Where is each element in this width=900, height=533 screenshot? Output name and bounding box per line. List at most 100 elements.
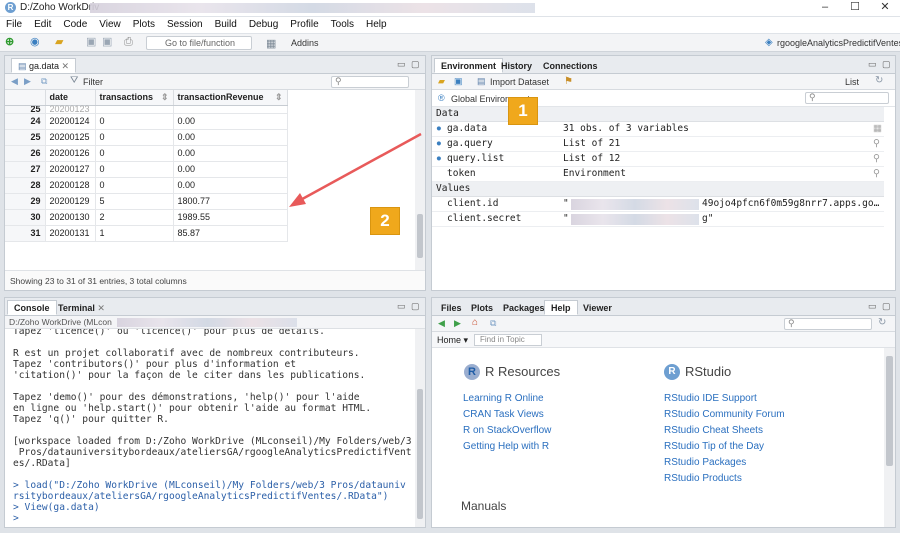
new-project-icon[interactable]: ◉ [30,36,40,49]
data-search-input[interactable]: ⚲ [331,76,409,88]
menu-plots[interactable]: Plots [127,17,161,33]
tab-terminal[interactable]: Terminal ✕ [51,300,112,315]
link-rstudio-packages[interactable]: RStudio Packages [664,457,746,468]
view-mode-select[interactable]: List [845,77,859,87]
menu-edit[interactable]: Edit [28,17,57,33]
help-search-input[interactable]: ⚲ [784,318,872,330]
addins-menu[interactable]: Addins [291,38,319,48]
minimize-button[interactable]: – [810,0,840,16]
link-rstudio-community-forum[interactable]: RStudio Community Forum [664,409,785,420]
forward-icon[interactable]: ▶ [454,318,461,329]
link-learning-r-online[interactable]: Learning R Online [463,393,544,404]
expand-icon[interactable]: ● [436,153,442,164]
console-scrollbar[interactable] [415,329,425,527]
back-icon[interactable]: ◀ [11,76,18,87]
magnifier-icon[interactable]: ⚲ [873,138,880,149]
open-folder-icon[interactable]: ▰ [438,76,445,87]
scrollbar-thumb[interactable] [417,214,423,258]
menu-profile[interactable]: Profile [284,17,324,33]
menu-help[interactable]: Help [360,17,393,33]
close-tab-icon[interactable]: ✕ [59,61,70,71]
env-row-client-id[interactable]: client.id " 49ojo4pfcn6f0m59g8nrr7.apps.… [432,197,884,212]
search-icon: ⚲ [335,76,342,86]
new-file-icon[interactable]: ⊕ [5,36,14,49]
menu-code[interactable]: Code [57,17,93,33]
menu-tools[interactable]: Tools [325,17,360,33]
refresh-icon[interactable]: ↻ [875,75,883,86]
menu-view[interactable]: View [93,17,127,33]
minimize-pane-icon[interactable]: ▭ [868,59,877,70]
data-scrollbar[interactable] [415,90,425,270]
col-header-transactions[interactable]: transactions ⇕ [95,90,174,106]
col-header-date[interactable]: date [45,90,96,106]
expand-icon[interactable]: ● [436,138,442,149]
home-select[interactable]: Home ▾ [437,335,468,346]
console-prompt[interactable]: > [13,513,25,524]
project-menu[interactable]: rgoogleAnalyticsPredictifVentes [777,38,900,48]
tab-history[interactable]: History [494,58,539,73]
env-row-ga-query[interactable]: ● ga.query List of 21 ⚲ [432,137,884,152]
tab-help[interactable]: Help [544,300,578,315]
maximize-pane-icon[interactable]: ▢ [882,59,891,70]
back-icon[interactable]: ◀ [438,318,445,329]
import-dataset-button[interactable]: Import Dataset [490,77,549,87]
open-folder-icon[interactable]: ▰ [55,36,63,49]
tab-connections[interactable]: Connections [536,58,605,73]
grid-layout-icon[interactable]: ▦ [266,37,276,50]
close-tab-icon[interactable]: ✕ [95,303,105,313]
magnifier-icon[interactable]: ⚲ [873,168,880,179]
col-header-rownum[interactable] [5,90,46,106]
link-r-on-stackoverflow[interactable]: R on StackOverflow [463,425,551,436]
maximize-pane-icon[interactable]: ▢ [411,301,420,312]
refresh-icon[interactable]: ↻ [878,317,886,328]
menu-build[interactable]: Build [209,17,243,33]
console-output[interactable]: Tapez 'licence()' ou 'licence()' pour pl… [5,329,415,527]
tab-console[interactable]: Console [7,300,57,315]
scrollbar-thumb[interactable] [417,389,423,519]
help-scrollbar[interactable] [884,348,895,527]
find-in-topic-input[interactable]: Find in Topic [474,334,542,346]
forward-icon[interactable]: ▶ [24,76,31,87]
env-search-input[interactable]: ⚲ [805,92,889,104]
link-rstudio-cheat-sheets[interactable]: RStudio Cheat Sheets [664,425,763,436]
menu-file[interactable]: File [0,17,28,33]
col-header-revenue[interactable]: transactionRevenue ⇕ [173,90,288,106]
link-getting-help-with-r[interactable]: Getting Help with R [463,441,549,452]
tab-viewer[interactable]: Viewer [576,300,619,315]
link-rstudio-tip-of-the-day[interactable]: RStudio Tip of the Day [664,441,764,452]
env-row-ga-data[interactable]: ● ga.data 31 obs. of 3 variables ▦ [432,122,884,137]
scrollbar-thumb[interactable] [886,356,893,466]
maximize-pane-icon[interactable]: ▢ [411,59,420,70]
minimize-pane-icon[interactable]: ▭ [868,301,877,312]
env-row-client-secret[interactable]: client.secret " g" [432,212,884,227]
magnifier-icon[interactable]: ⚲ [873,153,880,164]
broom-icon[interactable]: ⚑ [564,76,573,87]
maximize-button[interactable]: ☐ [840,0,870,16]
tab-environment[interactable]: Environment [434,58,504,73]
goto-file-input[interactable]: Go to file/function [146,36,252,50]
save-icon[interactable]: ▣ [86,36,96,49]
env-row-token[interactable]: token Environment ⚲ [432,167,884,182]
popout-icon[interactable]: ⧉ [490,318,496,329]
close-button[interactable]: ✕ [870,0,900,16]
minimize-pane-icon[interactable]: ▭ [397,301,406,312]
env-row-query-list[interactable]: ● query.list List of 12 ⚲ [432,152,884,167]
link-rstudio-ide-support[interactable]: RStudio IDE Support [664,393,757,404]
filter-icon[interactable]: ⛛ [70,75,78,86]
save-icon[interactable]: ▣ [454,76,463,87]
menu-debug[interactable]: Debug [243,17,284,33]
popout-icon[interactable]: ⧉ [41,76,47,87]
tab-plots[interactable]: Plots [464,300,500,315]
maximize-pane-icon[interactable]: ▢ [882,301,891,312]
grid-view-icon[interactable]: ▦ [873,123,882,134]
expand-icon[interactable]: ● [436,123,442,134]
home-icon[interactable]: ⌂ [472,317,478,328]
print-icon[interactable]: ⎙ [124,36,133,49]
link-cran-task-views[interactable]: CRAN Task Views [463,409,544,420]
minimize-pane-icon[interactable]: ▭ [397,59,406,70]
menu-session[interactable]: Session [161,17,209,33]
save-all-icon[interactable]: ▣ [102,36,112,49]
filter-button[interactable]: Filter [83,77,103,87]
tab-ga-data[interactable]: ▤ ga.data ✕ [11,58,77,73]
link-rstudio-products[interactable]: RStudio Products [664,473,742,484]
